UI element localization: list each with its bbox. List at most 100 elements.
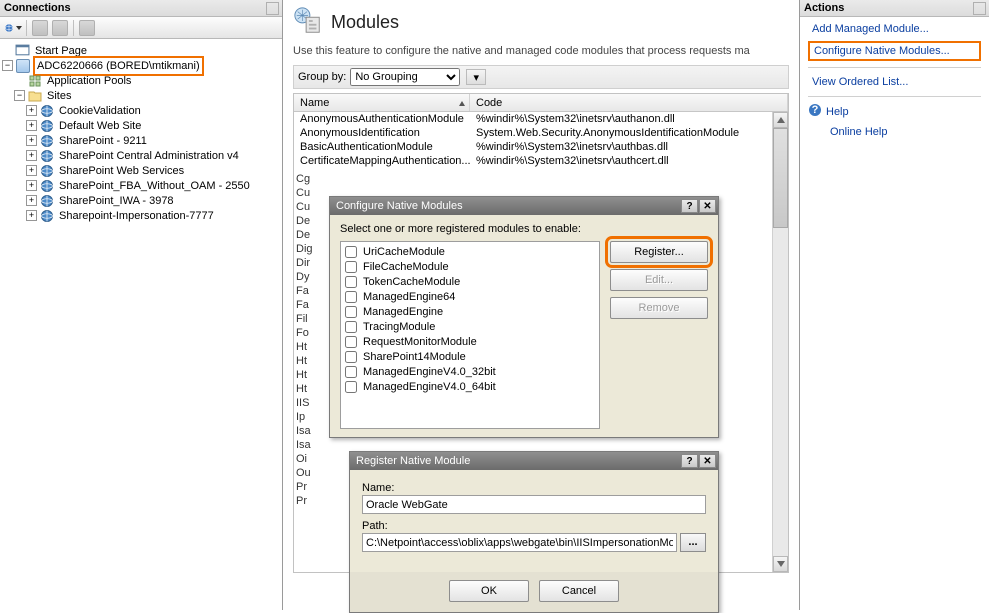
table-row[interactable]: Ou xyxy=(296,466,314,480)
table-row[interactable]: BasicAuthenticationModule%windir%\System… xyxy=(294,140,788,154)
tree-site[interactable]: +SharePoint_FBA_Without_OAM - 2550 xyxy=(26,178,280,193)
module-checkbox-row[interactable]: TracingModule xyxy=(343,319,597,334)
expand-icon[interactable]: + xyxy=(26,210,37,221)
browse-button[interactable]: ... xyxy=(680,533,706,552)
register-native-module-dialog: Register Native Module ? ✕ Name: Path: .… xyxy=(349,451,719,613)
table-row[interactable]: Cu xyxy=(296,186,314,200)
module-checkbox-row[interactable]: UriCacheModule xyxy=(343,244,597,259)
table-row[interactable]: De xyxy=(296,228,314,242)
refresh-icon[interactable] xyxy=(4,19,22,37)
module-checkbox[interactable] xyxy=(345,336,357,348)
module-checkbox[interactable] xyxy=(345,381,357,393)
group-by-select[interactable]: No Grouping xyxy=(350,68,460,86)
expand-icon[interactable]: + xyxy=(26,150,37,161)
expand-icon[interactable]: + xyxy=(26,120,37,131)
tree-site[interactable]: +Sharepoint-Impersonation-7777 xyxy=(26,208,280,223)
table-row[interactable]: Fil xyxy=(296,312,314,326)
tree-site[interactable]: +SharePoint Web Services xyxy=(26,163,280,178)
help-icon: ? xyxy=(808,103,822,120)
expand-icon[interactable]: + xyxy=(26,180,37,191)
expand-icon[interactable]: + xyxy=(26,135,37,146)
table-row[interactable]: Ht xyxy=(296,340,314,354)
table-row[interactable]: AnonymousIdentificationSystem.Web.Securi… xyxy=(294,126,788,140)
expand-icon[interactable]: + xyxy=(26,195,37,206)
scroll-thumb[interactable] xyxy=(773,128,788,228)
collapse-icon[interactable]: − xyxy=(2,60,13,71)
close-icon[interactable]: ✕ xyxy=(699,199,716,213)
tree-site[interactable]: +CookieValidation xyxy=(26,103,280,118)
table-row[interactable]: Fa xyxy=(296,284,314,298)
toolbar-icon[interactable] xyxy=(51,19,69,37)
close-icon[interactable]: ✕ xyxy=(699,454,716,468)
table-row[interactable]: Ht xyxy=(296,354,314,368)
module-checkbox[interactable] xyxy=(345,261,357,273)
action-online-help[interactable]: Online Help xyxy=(826,124,981,140)
table-row[interactable]: Dir xyxy=(296,256,314,270)
table-row[interactable]: Pr xyxy=(296,480,314,494)
table-row[interactable]: Isa xyxy=(296,438,314,452)
tree-site[interactable]: +Default Web Site xyxy=(26,118,280,133)
table-row[interactable]: De xyxy=(296,214,314,228)
name-label: Name: xyxy=(362,482,706,494)
action-configure-native-modules[interactable]: Configure Native Modules... xyxy=(808,41,981,61)
help-icon[interactable]: ? xyxy=(681,199,698,213)
column-code[interactable]: Code xyxy=(470,94,788,111)
toolbar-icon[interactable] xyxy=(31,19,49,37)
toolbar-icon[interactable] xyxy=(78,19,96,37)
collapse-icon[interactable]: − xyxy=(14,90,25,101)
table-row[interactable]: Ht xyxy=(296,382,314,396)
table-row[interactable]: Dig xyxy=(296,242,314,256)
module-checkbox[interactable] xyxy=(345,246,357,258)
help-icon[interactable]: ? xyxy=(681,454,698,468)
scroll-down-icon[interactable] xyxy=(773,556,788,572)
module-checkbox[interactable] xyxy=(345,366,357,378)
tree-site[interactable]: +SharePoint_IWA - 3978 xyxy=(26,193,280,208)
module-checkbox[interactable] xyxy=(345,291,357,303)
register-button[interactable]: Register... xyxy=(610,241,708,263)
scrollbar[interactable] xyxy=(772,112,788,572)
module-checkbox-row[interactable]: ManagedEngineV4.0_64bit xyxy=(343,379,597,394)
table-row[interactable]: Fa xyxy=(296,298,314,312)
module-checkbox-row[interactable]: SharePoint14Module xyxy=(343,349,597,364)
tree-site[interactable]: +SharePoint - 9211 xyxy=(26,133,280,148)
table-row[interactable]: Ht xyxy=(296,368,314,382)
table-row[interactable]: CertificateMappingAuthentication...%wind… xyxy=(294,154,788,168)
module-checkbox-row[interactable]: ManagedEngineV4.0_32bit xyxy=(343,364,597,379)
action-help[interactable]: ? Help xyxy=(808,103,981,120)
module-checkbox-row[interactable]: TokenCacheModule xyxy=(343,274,597,289)
table-row[interactable]: Cg xyxy=(296,172,314,186)
module-checkbox-row[interactable]: ManagedEngine xyxy=(343,304,597,319)
path-input[interactable] xyxy=(362,533,677,552)
module-checkbox-row[interactable]: RequestMonitorModule xyxy=(343,334,597,349)
ok-button[interactable]: OK xyxy=(449,580,529,602)
cancel-button[interactable]: Cancel xyxy=(539,580,619,602)
module-checkbox[interactable] xyxy=(345,276,357,288)
edit-button[interactable]: Edit... xyxy=(610,269,708,291)
action-view-ordered-list[interactable]: View Ordered List... xyxy=(808,74,981,90)
tree-sites[interactable]: − Sites xyxy=(14,88,280,103)
table-row[interactable]: Fo xyxy=(296,326,314,340)
table-row[interactable]: Oi xyxy=(296,452,314,466)
module-checkbox-row[interactable]: ManagedEngine64 xyxy=(343,289,597,304)
remove-button[interactable]: Remove xyxy=(610,297,708,319)
scroll-up-icon[interactable] xyxy=(773,112,788,128)
table-row[interactable]: IIS xyxy=(296,396,314,410)
module-checkbox[interactable] xyxy=(345,321,357,333)
expand-icon[interactable]: + xyxy=(26,105,37,116)
name-input[interactable] xyxy=(362,495,706,514)
table-row[interactable]: AnonymousAuthenticationModule%windir%\Sy… xyxy=(294,112,788,126)
module-checkbox[interactable] xyxy=(345,351,357,363)
tree-site[interactable]: +SharePoint Central Administration v4 xyxy=(26,148,280,163)
group-by-button[interactable]: ▾ xyxy=(466,69,486,85)
tree-server[interactable]: − ADC6220666 (BORED\mtikmani) xyxy=(2,58,280,73)
table-row[interactable]: Cu xyxy=(296,200,314,214)
column-name[interactable]: Name xyxy=(294,94,470,111)
module-checkbox-row[interactable]: FileCacheModule xyxy=(343,259,597,274)
module-checkbox[interactable] xyxy=(345,306,357,318)
table-row[interactable]: Ip xyxy=(296,410,314,424)
expand-icon[interactable]: + xyxy=(26,165,37,176)
table-row[interactable]: Isa xyxy=(296,424,314,438)
action-add-managed-module[interactable]: Add Managed Module... xyxy=(808,21,981,37)
table-row[interactable]: Dy xyxy=(296,270,314,284)
table-row[interactable]: Pr xyxy=(296,494,314,508)
